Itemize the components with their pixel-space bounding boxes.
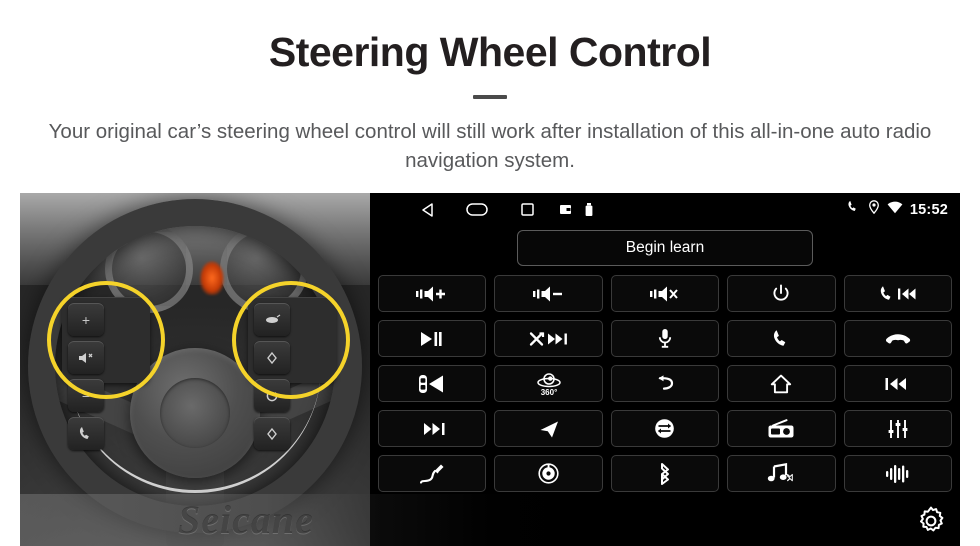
previous-track-icon [885, 377, 906, 390]
equalizer-button[interactable] [843, 410, 952, 447]
sd-card-icon [552, 205, 578, 214]
location-status-icon [868, 200, 880, 219]
back-nav-icon[interactable] [402, 202, 452, 217]
source-switch-button[interactable] [610, 410, 720, 447]
bluetooth-music-button[interactable] [727, 455, 836, 492]
navigation-button[interactable] [494, 410, 603, 447]
phone-call-key[interactable] [68, 417, 104, 450]
begin-learn-button[interactable]: Begin learn [517, 230, 813, 266]
android-status-bar: 15:52 [370, 193, 960, 226]
bluetooth-button[interactable] [610, 455, 720, 492]
aux-cable-icon [420, 464, 444, 484]
title-divider [473, 95, 507, 100]
equalizer-icon [888, 419, 908, 438]
car-camera-icon [419, 374, 444, 393]
volume-up-icon [416, 286, 446, 301]
page-subtitle: Your original car’s steering wheel contr… [48, 120, 932, 173]
call-previous-button[interactable] [843, 275, 952, 312]
microphone-icon [658, 329, 672, 348]
volume-mute-icon [649, 286, 678, 301]
radio-icon [768, 418, 794, 437]
power-button[interactable] [727, 275, 836, 312]
source-switch-icon [655, 419, 675, 438]
radio-button[interactable] [727, 410, 836, 447]
volume-up-button[interactable] [378, 275, 487, 312]
gear-icon [920, 506, 944, 532]
recents-nav-icon[interactable] [502, 203, 552, 216]
microphone-button[interactable] [610, 320, 720, 357]
phone-icon [773, 330, 786, 346]
volume-down-icon [532, 286, 562, 301]
navigation-arrow-icon [540, 421, 558, 437]
status-clock: 15:52 [909, 201, 948, 218]
page-title: Steering Wheel Control [268, 29, 712, 75]
back-button[interactable] [610, 365, 720, 402]
right-controls-highlight [232, 281, 350, 399]
play-pause-icon [421, 331, 442, 346]
bluetooth-music-icon [768, 462, 794, 481]
usb-icon [578, 203, 600, 216]
volume-down-button[interactable] [494, 275, 603, 312]
left-controls-highlight [47, 281, 165, 399]
seicane-watermark: Seicane [178, 497, 314, 542]
media-row: + − 15:52 Begin learn 360° Seicane [20, 193, 960, 546]
settings-button[interactable] [914, 504, 948, 538]
watermark-band: Seicane [20, 494, 960, 546]
play-pause-button[interactable] [378, 320, 487, 357]
power-icon [773, 283, 789, 301]
phone-status-icon [847, 200, 861, 219]
360-camera-icon: 360° [536, 372, 561, 397]
answer-call-button[interactable] [727, 320, 836, 357]
phone-previous-icon [880, 285, 916, 300]
previous-track-button[interactable] [843, 365, 952, 402]
home-button[interactable] [727, 365, 836, 402]
down-arrow-icon [267, 427, 277, 440]
shuffle-next-icon [529, 331, 567, 346]
voice-assistant-button[interactable] [843, 455, 952, 492]
next-track-icon [424, 422, 445, 435]
seek-down-key[interactable] [254, 417, 290, 450]
android-nav-icons [402, 202, 600, 217]
aux-input-button[interactable] [378, 455, 487, 492]
disc-icon [538, 463, 559, 484]
home-icon [771, 374, 792, 393]
page-root: Steering Wheel Control Your original car… [0, 0, 980, 546]
system-status-icons: 15:52 [847, 193, 948, 226]
swc-button-grid: 360° [378, 275, 952, 492]
next-track-button[interactable] [378, 410, 487, 447]
disc-button[interactable] [494, 455, 603, 492]
parking-camera-button[interactable] [378, 365, 487, 402]
wifi-status-icon [887, 201, 903, 219]
shuffle-next-button[interactable] [494, 320, 603, 357]
hang-up-button[interactable] [843, 320, 952, 357]
mute-button[interactable] [610, 275, 720, 312]
back-arrow-icon [658, 374, 674, 390]
phone-icon [79, 427, 89, 439]
home-nav-icon[interactable] [452, 203, 502, 216]
page-header: Steering Wheel Control Your original car… [0, 0, 980, 175]
bluetooth-icon [660, 462, 669, 485]
svg-text:360°: 360° [540, 388, 557, 397]
voice-wave-icon [885, 464, 909, 483]
surround-view-button[interactable]: 360° [494, 365, 603, 402]
watermark-background [20, 494, 960, 546]
phone-hangup-icon [885, 333, 910, 343]
